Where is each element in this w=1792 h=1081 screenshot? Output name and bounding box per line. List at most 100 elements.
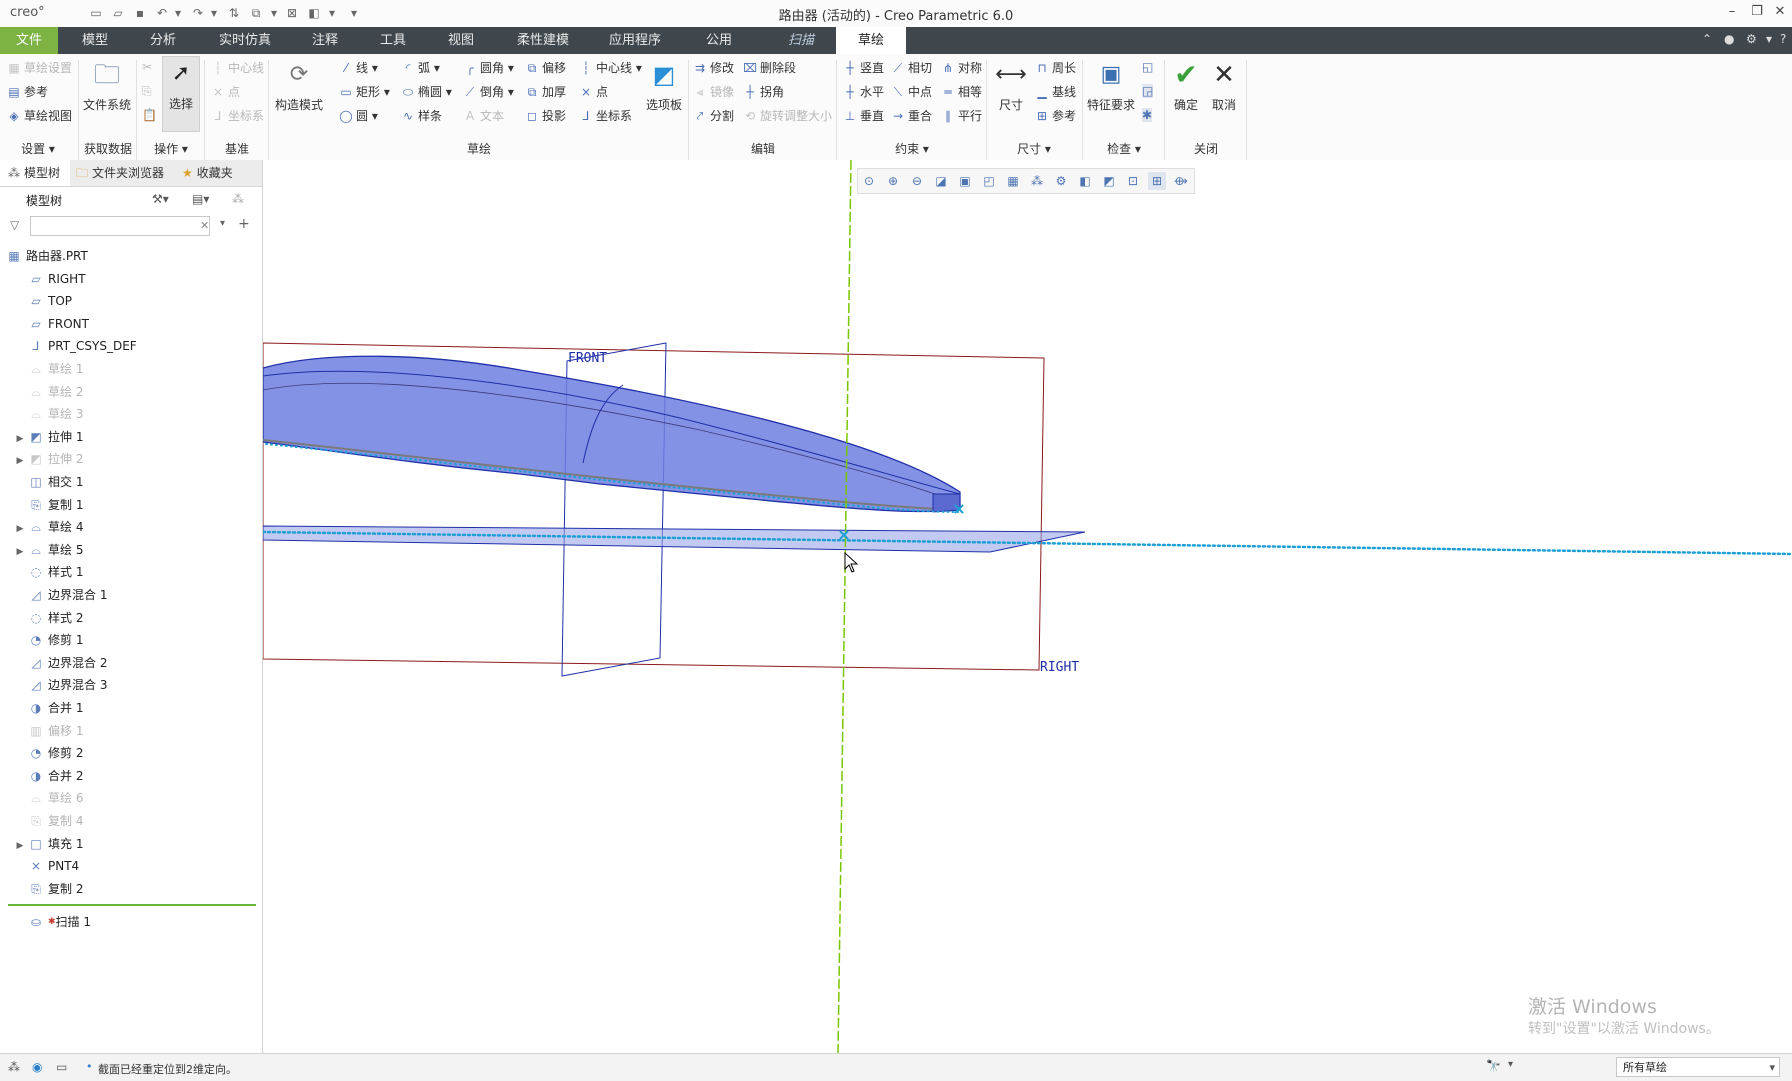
datum-centerline-button[interactable]: ┆ 中心线 bbox=[210, 58, 264, 78]
browser-toggle-icon[interactable]: ◉ bbox=[32, 1060, 42, 1074]
tree-item[interactable]: ◿ 边界混合 3 bbox=[12, 675, 107, 695]
horizontal-constraint-button[interactable]: ┼ 水平 bbox=[842, 82, 884, 102]
midpoint-constraint-button[interactable]: ⟍ 中点 bbox=[890, 82, 932, 102]
tree-item[interactable]: ⎘ 复制 1 bbox=[12, 495, 83, 515]
clear-search-icon[interactable]: ✕ bbox=[200, 219, 209, 232]
minimize-ribbon-icon[interactable]: ⌃ bbox=[1702, 32, 1712, 46]
ok-button[interactable]: ✔ 确定 bbox=[1168, 58, 1204, 113]
tab-file[interactable]: 文件 bbox=[0, 27, 58, 54]
tree-item[interactable]: ◔ 修剪 1 bbox=[12, 630, 84, 650]
group-label-operations[interactable]: 操作 ▾ bbox=[140, 140, 202, 157]
tree-item[interactable]: ⎘ 复制 2 bbox=[12, 879, 83, 899]
project-button[interactable]: ◻ 投影 bbox=[524, 106, 566, 126]
tree-item[interactable]: ◿ 边界混合 1 bbox=[12, 585, 107, 605]
tree-item[interactable]: ◌ 样式 2 bbox=[12, 608, 84, 628]
tab-favorites[interactable]: ★ 收藏夹 bbox=[182, 160, 262, 186]
tree-item[interactable]: ◔ 修剪 2 bbox=[12, 743, 84, 763]
shaded-surface[interactable] bbox=[263, 355, 961, 513]
tree-item[interactable]: ▱ RIGHT bbox=[12, 269, 85, 289]
tab-live-simulation[interactable]: 实时仿真 bbox=[214, 27, 276, 54]
reference-dimension-button[interactable]: ⊞ 参考 bbox=[1034, 106, 1076, 126]
tree-item[interactable]: × PNT4 bbox=[12, 856, 79, 876]
tangent-constraint-button[interactable]: ⟋ 相切 bbox=[890, 58, 932, 78]
cancel-button[interactable]: ✕ 取消 bbox=[1206, 58, 1242, 113]
tree-item[interactable]: ◫ 相交 1 bbox=[12, 472, 83, 492]
construction-mode-button[interactable]: ⟳ 构造模式 bbox=[272, 58, 326, 113]
overlapping-geometry-icon[interactable]: ◱ bbox=[1142, 60, 1153, 74]
group-label-setup[interactable]: 设置 ▾ bbox=[0, 140, 76, 157]
references-button[interactable]: ▤ 参考 bbox=[6, 82, 48, 102]
file-system-button[interactable]: 🗀 文件系统 bbox=[82, 58, 132, 113]
tree-columns-icon[interactable]: ⁂ bbox=[232, 192, 244, 206]
tab-tools[interactable]: 工具 bbox=[376, 27, 410, 54]
tree-show-icon[interactable]: ▤▾ bbox=[192, 192, 209, 206]
expand-arrow-icon[interactable]: ▶ bbox=[12, 429, 28, 449]
filter-icon[interactable]: ▽ bbox=[10, 218, 19, 232]
tree-item[interactable]: ◑ 合并 2 bbox=[12, 766, 84, 786]
fullscreen-icon[interactable]: ▭ bbox=[56, 1060, 67, 1074]
minimize-button[interactable]: – bbox=[1722, 4, 1742, 22]
user-icon[interactable]: ● bbox=[1724, 32, 1734, 46]
search-dropdown-icon[interactable]: ▾ bbox=[220, 218, 225, 229]
delete-segment-button[interactable]: ⌧ 删除段 bbox=[742, 58, 796, 78]
group-label-dimension[interactable]: 尺寸 ▾ bbox=[988, 140, 1080, 157]
spline-button[interactable]: ∿ 样条 bbox=[400, 106, 442, 126]
tab-sweep[interactable]: 扫描 bbox=[782, 27, 820, 54]
sketch-csys-button[interactable]: ⅃ 坐标系 bbox=[578, 106, 632, 126]
copy-clipboard-icon[interactable]: ⎘ bbox=[142, 84, 152, 99]
tab-model-tree[interactable]: ⁂ 模型树 bbox=[0, 160, 70, 186]
equal-constraint-button[interactable]: ═ 相等 bbox=[940, 82, 982, 102]
tree-item[interactable]: ◌ 样式 1 bbox=[12, 562, 84, 582]
perimeter-button[interactable]: ⊓ 周长 bbox=[1034, 58, 1076, 78]
ellipse-button[interactable]: ⬭ 椭圆 ▾ bbox=[400, 82, 452, 102]
paste-icon[interactable]: 📋 bbox=[142, 108, 157, 122]
text-button[interactable]: A 文本 bbox=[462, 106, 504, 126]
tree-item[interactable]: ⌓ 草绘 6 bbox=[12, 788, 83, 808]
tab-flexible-modeling[interactable]: 柔性建模 bbox=[510, 27, 576, 54]
tree-item[interactable]: ▶ ⌓ 草绘 4 bbox=[12, 517, 84, 537]
baseline-button[interactable]: ▁ 基线 bbox=[1034, 82, 1076, 102]
perpendicular-constraint-button[interactable]: ⊥ 垂直 bbox=[842, 106, 884, 126]
expand-arrow-icon[interactable]: ▶ bbox=[12, 451, 28, 471]
feature-requirements-button[interactable]: ▣ 特征要求 bbox=[1086, 58, 1136, 113]
group-label-constraints[interactable]: 约束 ▾ bbox=[838, 140, 986, 157]
sketch-point-button[interactable]: × 点 bbox=[578, 82, 608, 102]
tab-model[interactable]: 模型 bbox=[78, 27, 112, 54]
tree-item[interactable]: ▱ FRONT bbox=[12, 314, 89, 334]
graphics-window[interactable]: ⊙ ⊕ ⊖ ◪ ▣ ◰ ▦ ⁂ ⚙ ◧ ◩ ⊡ ⊞ ⟴ FRONT RIGHT bbox=[263, 160, 1792, 1053]
tree-item[interactable]: ▦ 路由器.PRT bbox=[6, 246, 88, 266]
select-button[interactable]: ➚ 选择 bbox=[162, 56, 200, 132]
fillet-button[interactable]: ╭ 圆角 ▾ bbox=[462, 58, 513, 78]
tree-settings-icon[interactable]: ⚒▾ bbox=[152, 192, 169, 206]
options-dropdown-icon[interactable]: ▾ bbox=[1766, 32, 1772, 46]
tree-item[interactable]: ◿ 边界混合 2 bbox=[12, 653, 107, 673]
tree-item[interactable]: ⌓ 草绘 3 bbox=[12, 404, 83, 424]
tree-item[interactable]: ⌓ 草绘 2 bbox=[12, 382, 83, 402]
help-icon[interactable]: ? bbox=[1780, 32, 1786, 46]
tab-analysis[interactable]: 分析 bbox=[146, 27, 180, 54]
chamfer-button[interactable]: ⟋ 倒角 ▾ bbox=[462, 82, 514, 102]
find-dropdown-icon[interactable]: ▾ bbox=[1508, 1059, 1513, 1070]
tab-folder-browser[interactable]: 🗀 文件夹浏览器 bbox=[76, 160, 176, 186]
shade-closed-loops-icon[interactable]: ✱ bbox=[1142, 108, 1153, 122]
sketch-centerline-button[interactable]: ┆ 中心线 ▾ bbox=[578, 58, 641, 78]
tree-item-sweep[interactable]: ⛀ ✱扫描 1 bbox=[28, 912, 91, 932]
circle-button[interactable]: ◯ 圆 ▾ bbox=[338, 106, 378, 126]
tree-item[interactable]: ⅃ PRT_CSYS_DEF bbox=[12, 336, 137, 356]
vertical-constraint-button[interactable]: ┼ 竖直 bbox=[842, 58, 884, 78]
tree-item[interactable]: ⎘ 复制 4 bbox=[12, 811, 83, 831]
tree-item[interactable]: ▶ ◩ 拉伸 1 bbox=[12, 427, 84, 449]
expand-arrow-icon[interactable]: ▶ bbox=[12, 542, 28, 562]
tree-item[interactable]: ⌓ 草绘 1 bbox=[12, 359, 83, 379]
coincident-constraint-button[interactable]: → 重合 bbox=[890, 106, 932, 126]
divide-button[interactable]: ⤤ 分割 bbox=[692, 106, 734, 126]
datum-csys-button[interactable]: ⅃ 坐标系 bbox=[210, 106, 264, 126]
add-filter-icon[interactable]: + bbox=[238, 216, 250, 232]
model-viewport[interactable]: FRONT RIGHT bbox=[263, 160, 1792, 1053]
tab-annotate[interactable]: 注释 bbox=[308, 27, 342, 54]
mirror-button[interactable]: ⫷ 镜像 bbox=[692, 82, 734, 102]
tree-search-input[interactable] bbox=[30, 216, 210, 236]
dimension-button[interactable]: ⟷ 尺寸 bbox=[990, 58, 1032, 113]
datum-point-button[interactable]: × 点 bbox=[210, 82, 240, 102]
expand-arrow-icon[interactable]: ▶ bbox=[12, 836, 28, 856]
